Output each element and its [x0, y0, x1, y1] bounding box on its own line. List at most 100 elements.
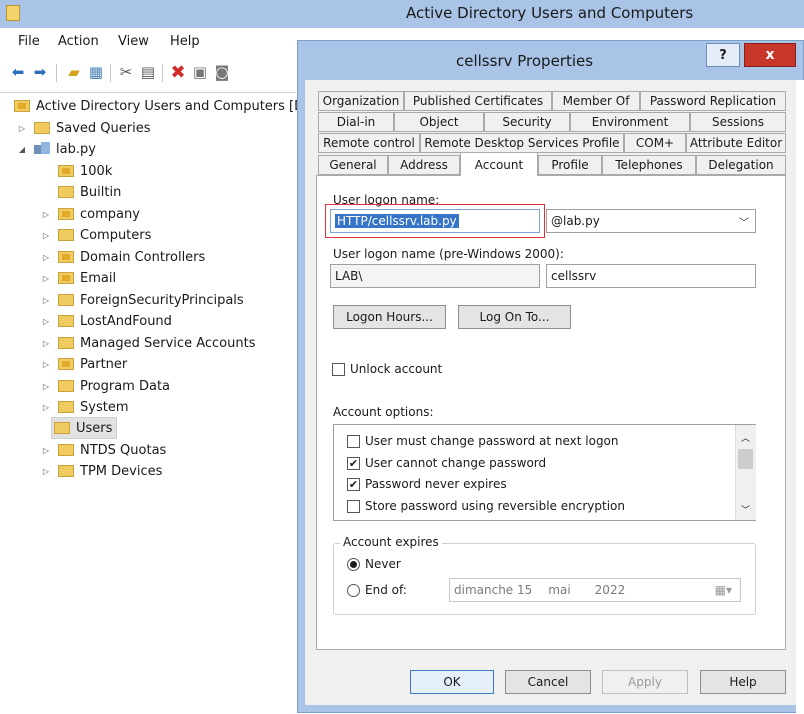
- option-row[interactable]: ✔ User cannot change password: [347, 456, 546, 470]
- option-checkbox-checked[interactable]: ✔: [347, 456, 360, 470]
- cancel-button[interactable]: Cancel: [505, 670, 591, 694]
- tree-item-builtin[interactable]: Builtin: [40, 182, 121, 202]
- scroll-thumb[interactable]: [738, 449, 753, 469]
- option-row[interactable]: User must change password at next logon: [347, 434, 619, 448]
- option-row[interactable]: Store password using reversible encrypti…: [347, 499, 625, 513]
- expand-icon[interactable]: ▷: [40, 360, 52, 369]
- expand-icon[interactable]: ▷: [40, 467, 52, 476]
- help-button[interactable]: Help: [700, 670, 786, 694]
- tree-item-foreign-security-principals[interactable]: ▷ ForeignSecurityPrincipals: [40, 290, 244, 310]
- forward-arrow-icon[interactable]: ➡: [30, 62, 50, 82]
- tree-item-users[interactable]: Users: [50, 417, 118, 439]
- scroll-up-icon[interactable]: ︿: [741, 431, 750, 444]
- unlock-account-row[interactable]: Unlock account: [332, 362, 442, 376]
- tree-item-lab-py[interactable]: ◢ lab.py: [16, 139, 96, 159]
- up-folder-icon[interactable]: ▰: [64, 62, 84, 82]
- tab-object[interactable]: Object: [394, 112, 484, 132]
- tree-item-label: Saved Queries: [56, 120, 151, 136]
- tree-item-email[interactable]: ▷ Email: [40, 268, 116, 288]
- expand-icon[interactable]: ▷: [40, 382, 52, 391]
- expand-icon[interactable]: ▷: [16, 124, 28, 133]
- tree-item-computers[interactable]: ▷ Computers: [40, 225, 151, 245]
- tree-item-company[interactable]: ▷ company: [40, 204, 140, 224]
- close-button[interactable]: x: [744, 43, 796, 67]
- expand-icon[interactable]: ▷: [40, 231, 52, 240]
- ok-button[interactable]: OK: [410, 670, 494, 694]
- tab-security[interactable]: Security: [484, 112, 570, 132]
- clipboard-icon[interactable]: ▤: [138, 62, 158, 82]
- expand-icon[interactable]: ▷: [40, 446, 52, 455]
- tree-item-saved-queries[interactable]: ▷ Saved Queries: [16, 118, 151, 138]
- cut-icon[interactable]: ✂: [116, 62, 136, 82]
- refresh-icon[interactable]: ◙: [212, 62, 232, 82]
- log-on-to-button[interactable]: Log On To...: [458, 305, 571, 329]
- properties-icon[interactable]: ▣: [190, 62, 210, 82]
- tab-dial-in[interactable]: Dial-in: [318, 112, 394, 132]
- account-options-label: Account options:: [333, 405, 434, 419]
- delete-icon[interactable]: ✖: [168, 62, 188, 83]
- logon-hours-button[interactable]: Logon Hours...: [333, 305, 446, 329]
- tree-item-100k[interactable]: 100k: [40, 161, 112, 181]
- scroll-down-icon[interactable]: ﹀: [741, 503, 750, 516]
- option-checkbox[interactable]: [347, 499, 360, 513]
- tree-root[interactable]: Active Directory Users and Computers [D: [14, 96, 304, 116]
- tab-member-of[interactable]: Member Of: [552, 91, 640, 111]
- never-radio-row[interactable]: Never: [347, 557, 401, 571]
- tab-attribute-editor[interactable]: Attribute Editor: [686, 133, 786, 153]
- calendar-icon[interactable]: ▦▾: [715, 583, 732, 597]
- expand-icon[interactable]: ▷: [40, 274, 52, 283]
- tab-sessions[interactable]: Sessions: [690, 112, 786, 132]
- logon-domain-select[interactable]: @lab.py ﹀: [546, 209, 756, 233]
- expand-icon[interactable]: ▷: [40, 403, 52, 412]
- end-of-radio-row[interactable]: End of:: [347, 583, 407, 597]
- expand-icon[interactable]: ▷: [40, 253, 52, 262]
- pre2000-name-input[interactable]: cellssrv: [546, 264, 756, 288]
- expand-icon[interactable]: ▷: [40, 317, 52, 326]
- tab-com-plus[interactable]: COM+: [624, 133, 686, 153]
- tree-item-partner[interactable]: ▷ Partner: [40, 354, 127, 374]
- tab-organization[interactable]: Organization: [318, 91, 404, 111]
- tab-published-certificates[interactable]: Published Certificates: [404, 91, 552, 111]
- logon-name-input[interactable]: HTTP/cellssrv.lab.py: [330, 209, 540, 233]
- never-radio[interactable]: [347, 557, 360, 571]
- menu-view[interactable]: View: [118, 34, 149, 49]
- options-scrollbar[interactable]: ︿ ﹀: [735, 425, 756, 520]
- back-arrow-icon[interactable]: ⬅: [8, 62, 28, 82]
- console-tree-icon[interactable]: ▦: [86, 62, 106, 82]
- option-row[interactable]: ✔ Password never expires: [347, 477, 507, 491]
- tree-item-managed-service-accounts[interactable]: ▷ Managed Service Accounts: [40, 333, 256, 353]
- expiry-date-picker[interactable]: dimanche 15 mai 2022 ▦▾: [449, 578, 741, 602]
- menu-action[interactable]: Action: [58, 34, 99, 49]
- tree-item-label: Builtin: [80, 184, 122, 200]
- tab-address[interactable]: Address: [388, 155, 460, 175]
- menu-file[interactable]: File: [18, 34, 40, 49]
- option-checkbox[interactable]: [347, 434, 360, 448]
- tree-item-program-data[interactable]: ▷ Program Data: [40, 376, 170, 396]
- tree-item-domain-controllers[interactable]: ▷ Domain Controllers: [40, 247, 205, 267]
- tab-remote-desktop-services-profile[interactable]: Remote Desktop Services Profile: [420, 133, 624, 153]
- tree-item-tpm-devices[interactable]: ▷ TPM Devices: [40, 461, 162, 481]
- menu-help[interactable]: Help: [170, 34, 200, 49]
- title-help-button[interactable]: ?: [706, 43, 740, 67]
- tab-remote-control[interactable]: Remote control: [318, 133, 420, 153]
- tab-telephones[interactable]: Telephones: [602, 155, 696, 175]
- tree-item-system[interactable]: ▷ System: [40, 397, 129, 417]
- tab-profile[interactable]: Profile: [538, 155, 602, 175]
- tab-general[interactable]: General: [318, 155, 388, 175]
- collapse-icon[interactable]: ◢: [16, 145, 28, 154]
- tab-environment[interactable]: Environment: [570, 112, 690, 132]
- tab-password-replication[interactable]: Password Replication: [640, 91, 786, 111]
- tree-item-ntds-quotas[interactable]: ▷ NTDS Quotas: [40, 440, 166, 460]
- expand-icon[interactable]: ▷: [40, 339, 52, 348]
- expand-icon[interactable]: ▷: [40, 210, 52, 219]
- unlock-checkbox[interactable]: [332, 362, 345, 376]
- tree-item-lost-and-found[interactable]: ▷ LostAndFound: [40, 311, 172, 331]
- toolbar-separator: [162, 64, 163, 82]
- unlock-label: Unlock account: [350, 362, 443, 376]
- apply-button[interactable]: Apply: [602, 670, 688, 694]
- end-of-radio[interactable]: [347, 583, 360, 597]
- tab-account[interactable]: Account: [460, 152, 538, 176]
- expand-icon[interactable]: ▷: [40, 296, 52, 305]
- option-checkbox-checked[interactable]: ✔: [347, 477, 360, 491]
- tab-delegation[interactable]: Delegation: [696, 155, 786, 175]
